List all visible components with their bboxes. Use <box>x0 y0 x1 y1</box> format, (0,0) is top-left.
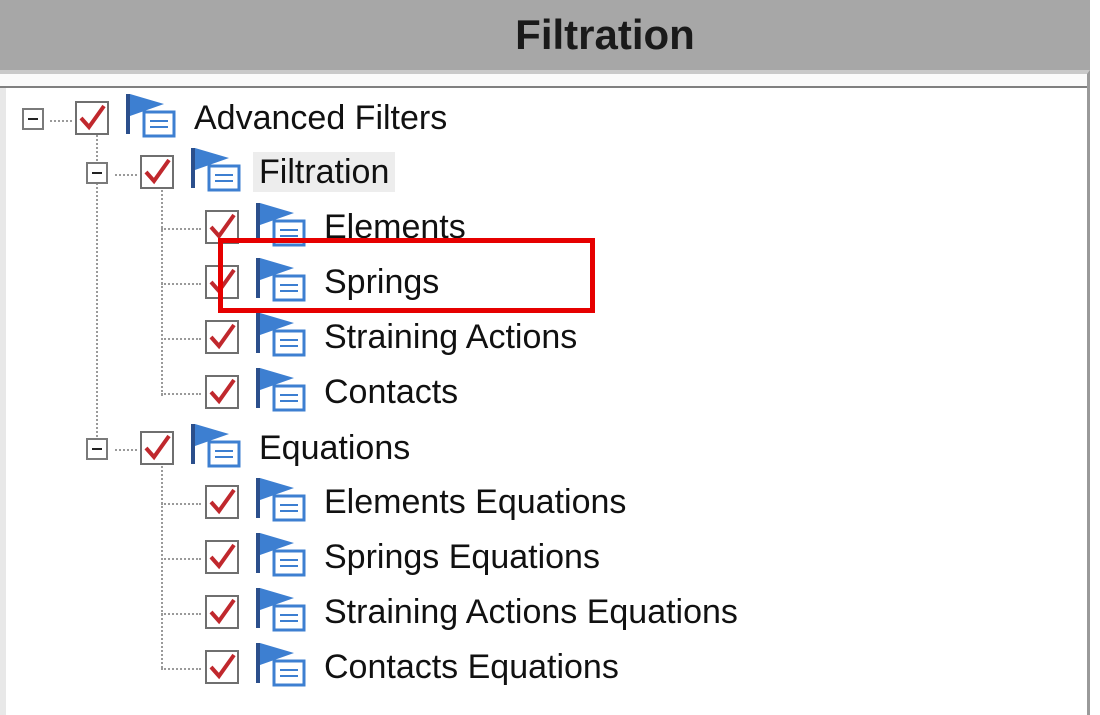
contacts-equations-checkbox[interactable] <box>205 650 239 684</box>
tree-connector <box>161 338 201 340</box>
collapse-equations-button[interactable] <box>86 438 108 460</box>
tree-connector <box>161 668 201 670</box>
springs-equations-checkbox[interactable] <box>205 540 239 574</box>
tree-connector <box>161 503 201 505</box>
checkmark-icon <box>144 158 171 185</box>
tree-connector <box>115 174 137 176</box>
straining-actions-checkbox[interactable] <box>205 320 239 354</box>
filter-flag-icon <box>256 368 306 412</box>
tree-connector <box>161 558 201 560</box>
collapse-filtration-button[interactable] <box>86 162 108 184</box>
tree-label-straining-actions[interactable]: Straining Actions <box>324 317 577 357</box>
tree-label-contacts-equations[interactable]: Contacts Equations <box>324 647 619 687</box>
filter-flag-icon <box>256 313 306 357</box>
tree-connector <box>161 613 201 615</box>
straining-actions-equations-checkbox[interactable] <box>205 595 239 629</box>
tree-label-advanced-filters[interactable]: Advanced Filters <box>194 98 447 138</box>
filter-flag-icon <box>256 588 306 632</box>
advanced-filters-checkbox[interactable] <box>75 101 109 135</box>
checkmark-icon <box>209 378 236 405</box>
tree-connector <box>161 228 201 230</box>
annotation-highlight-box <box>218 238 595 313</box>
tree-connector <box>115 449 137 451</box>
filter-flag-icon <box>256 643 306 687</box>
checkmark-icon <box>209 323 236 350</box>
tree-connector <box>161 186 163 396</box>
collapse-advanced-filters-button[interactable] <box>22 108 44 130</box>
tree-connector <box>50 120 72 122</box>
checkmark-icon <box>79 104 106 131</box>
checkmark-icon <box>209 653 236 680</box>
tree-connector <box>161 462 163 668</box>
tree-label-contacts[interactable]: Contacts <box>324 372 458 412</box>
equations-checkbox[interactable] <box>140 431 174 465</box>
tree-label-elements-equations[interactable]: Elements Equations <box>324 482 626 522</box>
checkmark-icon <box>209 488 236 515</box>
checkmark-icon <box>144 434 171 461</box>
tree-connector <box>161 393 201 395</box>
filter-flag-icon <box>191 148 241 192</box>
checkmark-icon <box>209 598 236 625</box>
filter-flag-icon <box>191 424 241 468</box>
filter-tree: Advanced Filters Filtration Elements Spr… <box>0 0 1100 715</box>
filter-flag-icon <box>256 533 306 577</box>
tree-connector <box>161 283 201 285</box>
checkmark-icon <box>209 543 236 570</box>
tree-label-springs-equations[interactable]: Springs Equations <box>324 537 600 577</box>
tree-label-straining-actions-equations[interactable]: Straining Actions Equations <box>324 592 738 632</box>
tree-label-filtration[interactable]: Filtration <box>253 152 396 192</box>
filter-flag-icon <box>256 478 306 522</box>
elements-equations-checkbox[interactable] <box>205 485 239 519</box>
tree-label-equations[interactable]: Equations <box>259 428 410 468</box>
contacts-checkbox[interactable] <box>205 375 239 409</box>
filtration-checkbox[interactable] <box>140 155 174 189</box>
filter-flag-icon <box>126 94 176 138</box>
